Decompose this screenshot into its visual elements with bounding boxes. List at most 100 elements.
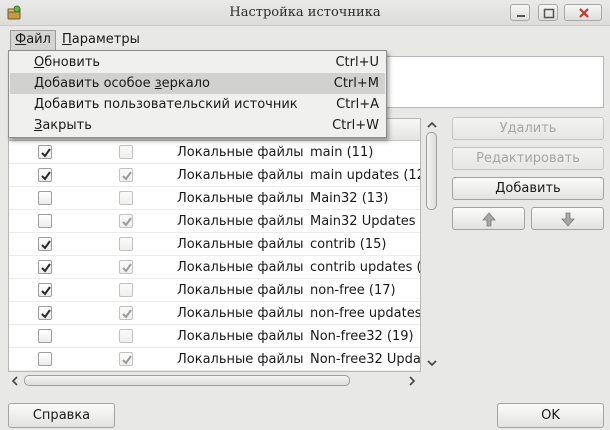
menu-parameters[interactable]: Параметры xyxy=(58,30,144,50)
close-button[interactable] xyxy=(564,4,602,21)
checkmark-icon xyxy=(41,263,51,273)
file-menu-item-label-part: обавить пользовательский источник xyxy=(44,97,298,112)
file-menu-item-shortcut: Ctrl+U xyxy=(335,55,379,70)
maximize-button[interactable] xyxy=(538,4,558,21)
table-row[interactable]: Локальные файлы contrib (15) xyxy=(9,233,420,256)
menu-parameters-label: араметры xyxy=(71,32,140,47)
file-menu-item-shortcut: Ctrl+W xyxy=(332,118,379,133)
source-name-cell: main (11) xyxy=(310,145,374,160)
updates-checkbox[interactable] xyxy=(119,214,133,228)
enabled-checkbox[interactable] xyxy=(38,191,52,205)
file-menu-item-shortcut: Ctrl+A xyxy=(336,97,379,112)
checkmark-icon xyxy=(41,171,51,181)
vertical-scrollbar[interactable] xyxy=(424,118,440,370)
updates-checkbox[interactable] xyxy=(119,306,133,320)
table-row[interactable]: Локальные файлы non-free updates xyxy=(9,302,421,325)
file-menu-item[interactable]: Закрыть Ctrl+W xyxy=(10,115,385,136)
horizontal-scrollbar[interactable] xyxy=(8,373,421,389)
source-type-cell: Локальные файлы xyxy=(177,191,304,206)
file-menu-item-label-part: бновить xyxy=(44,55,101,70)
enabled-checkbox[interactable] xyxy=(38,306,52,320)
updates-checkbox[interactable] xyxy=(119,191,133,205)
minimize-button[interactable] xyxy=(510,4,530,21)
maximize-icon xyxy=(543,8,555,19)
edit-button[interactable]: Редактировать xyxy=(452,147,604,170)
source-type-cell: Локальные файлы xyxy=(177,145,304,160)
updates-checkbox[interactable] xyxy=(119,329,133,343)
updates-checkbox[interactable] xyxy=(119,237,133,251)
remove-button[interactable]: Удалить xyxy=(452,117,604,140)
file-menu-item[interactable]: Добавить особое зеркало Ctrl+M xyxy=(10,73,385,94)
scroll-down-icon[interactable] xyxy=(427,358,437,368)
checkmark-icon xyxy=(122,309,132,319)
ok-button[interactable]: OK xyxy=(497,403,604,428)
menu-file-mnemonic: Ф xyxy=(15,32,27,47)
source-type-cell: Локальные файлы xyxy=(177,168,304,183)
title-bar: Настройка источника xyxy=(0,0,610,26)
checkmark-icon xyxy=(41,240,51,250)
menu-file[interactable]: Файл xyxy=(10,30,56,50)
updates-checkbox[interactable] xyxy=(119,145,133,159)
enabled-checkbox[interactable] xyxy=(38,168,52,182)
file-menu-item-label-part: еркало xyxy=(161,76,210,91)
checkmark-icon xyxy=(122,263,132,273)
file-menu-item-shortcut: Ctrl+M xyxy=(333,76,379,91)
table-row[interactable]: Локальные файлы Non-free32 (19) xyxy=(9,325,420,348)
scroll-right-icon[interactable] xyxy=(407,376,417,386)
checkmark-icon xyxy=(41,286,51,296)
updates-checkbox[interactable] xyxy=(119,260,133,274)
file-menu-item-label: Добавить пользовательский источник xyxy=(34,97,298,112)
source-name-cell: non-free updates xyxy=(310,306,421,321)
file-menu-item-mnemonic: Д xyxy=(34,97,45,112)
table-row[interactable]: Локальные файлы non-free (17) xyxy=(9,279,420,302)
enabled-checkbox[interactable] xyxy=(38,329,52,343)
source-type-cell: Локальные файлы xyxy=(177,214,304,229)
file-menu-item-label: Добавить особое зеркало xyxy=(34,76,210,91)
scroll-up-icon[interactable] xyxy=(427,120,437,130)
table-row[interactable]: Локальные файлы Non-free32 Upda xyxy=(9,348,421,371)
file-menu-item-label: Обновить xyxy=(34,55,100,70)
table-row[interactable]: Локальные файлы contrib updates ( xyxy=(9,256,421,279)
file-menu-item-label-part: акрыть xyxy=(42,118,92,133)
menu-file-label: айл xyxy=(26,32,51,47)
source-name-cell: main updates (12 xyxy=(310,168,421,183)
arrow-up-icon xyxy=(482,212,496,227)
table-row[interactable]: Локальные файлы main updates (12 xyxy=(9,164,421,187)
source-name-cell: contrib updates ( xyxy=(310,260,421,275)
horizontal-scroll-thumb[interactable] xyxy=(24,375,350,386)
source-type-cell: Локальные файлы xyxy=(177,352,304,367)
enabled-checkbox[interactable] xyxy=(38,260,52,274)
move-down-button[interactable] xyxy=(531,207,604,230)
source-type-cell: Локальные файлы xyxy=(177,306,304,321)
table-row[interactable]: Локальные файлы main (11) xyxy=(9,141,420,164)
enabled-checkbox[interactable] xyxy=(38,283,52,297)
source-name-cell: contrib (15) xyxy=(310,237,387,252)
file-menu-item-label: Закрыть xyxy=(34,118,92,133)
file-menu-item[interactable]: Обновить Ctrl+U xyxy=(10,52,385,73)
arrow-down-icon xyxy=(561,212,575,227)
table-row[interactable]: Локальные файлы Main32 Updates ( xyxy=(9,210,421,233)
source-name-cell: Main32 (13) xyxy=(310,191,389,206)
source-name-cell: Non-free32 Upda xyxy=(310,352,421,367)
updates-checkbox[interactable] xyxy=(119,283,133,297)
vertical-scroll-thumb[interactable] xyxy=(426,132,437,210)
scroll-left-icon[interactable] xyxy=(10,376,20,386)
enabled-checkbox[interactable] xyxy=(38,145,52,159)
checkmark-icon xyxy=(41,309,51,319)
file-menu-item[interactable]: Добавить пользовательский источник Ctrl+A xyxy=(10,94,385,115)
move-up-button[interactable] xyxy=(452,207,525,230)
source-name-cell: Non-free32 (19) xyxy=(310,329,414,344)
enabled-checkbox[interactable] xyxy=(38,352,52,366)
enabled-checkbox[interactable] xyxy=(38,214,52,228)
help-button[interactable]: Справка xyxy=(8,403,115,428)
updates-checkbox[interactable] xyxy=(119,352,133,366)
table-row[interactable]: Локальные файлы Main32 (13) xyxy=(9,187,420,210)
file-menu-item-label-part: Добавить особое xyxy=(34,76,155,91)
source-name-cell: Main32 Updates ( xyxy=(310,214,421,229)
updates-checkbox[interactable] xyxy=(119,168,133,182)
source-type-cell: Локальные файлы xyxy=(177,260,304,275)
enabled-checkbox[interactable] xyxy=(38,237,52,251)
checkmark-icon xyxy=(122,171,132,181)
close-icon xyxy=(579,8,589,18)
add-button[interactable]: Добавить xyxy=(452,177,604,200)
